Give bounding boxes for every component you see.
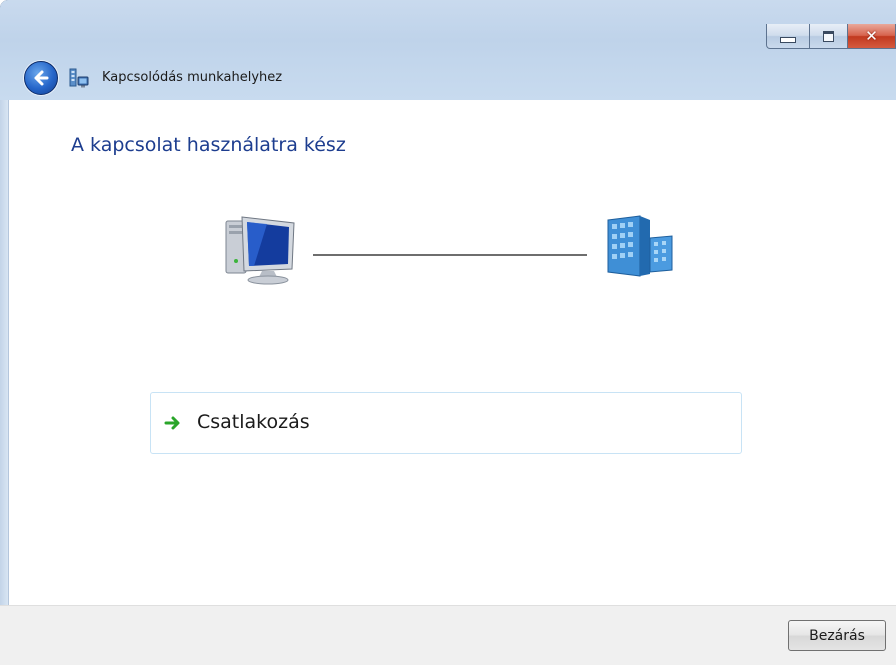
wizard-content: A kapcsolat használatra kész Csatlakozás	[9, 100, 896, 605]
close-window-button[interactable]: ✕	[848, 24, 896, 49]
minimize-button[interactable]	[766, 24, 810, 49]
back-arrow-icon	[34, 70, 49, 86]
office-building-icon	[607, 215, 673, 277]
computer-icon	[225, 216, 295, 285]
page-heading: A kapcsolat használatra kész	[71, 134, 346, 156]
maximize-button[interactable]	[810, 24, 848, 49]
connect-option-label: Csatlakozás	[197, 411, 310, 433]
title-bar[interactable]: ✕ Kapcsolódás munkahelyhez	[0, 0, 896, 100]
minimize-icon	[780, 37, 796, 43]
maximize-icon	[823, 30, 834, 42]
window-frame-left	[0, 100, 9, 605]
green-arrow-icon	[164, 416, 180, 430]
connect-option[interactable]: Csatlakozás	[150, 392, 742, 454]
window-title: Kapcsolódás munkahelyhez	[102, 70, 283, 85]
wizard-window: ✕ Kapcsolódás munkahelyhez A kapcsolat h…	[0, 0, 896, 665]
caption-buttons: ✕	[766, 24, 896, 50]
back-button[interactable]	[24, 61, 58, 95]
network-connection-icon	[69, 68, 89, 88]
close-button[interactable]: Bezárás	[788, 620, 886, 651]
close-icon: ✕	[865, 27, 878, 45]
wizard-footer: Bezárás	[0, 605, 896, 665]
connection-line	[313, 254, 587, 256]
